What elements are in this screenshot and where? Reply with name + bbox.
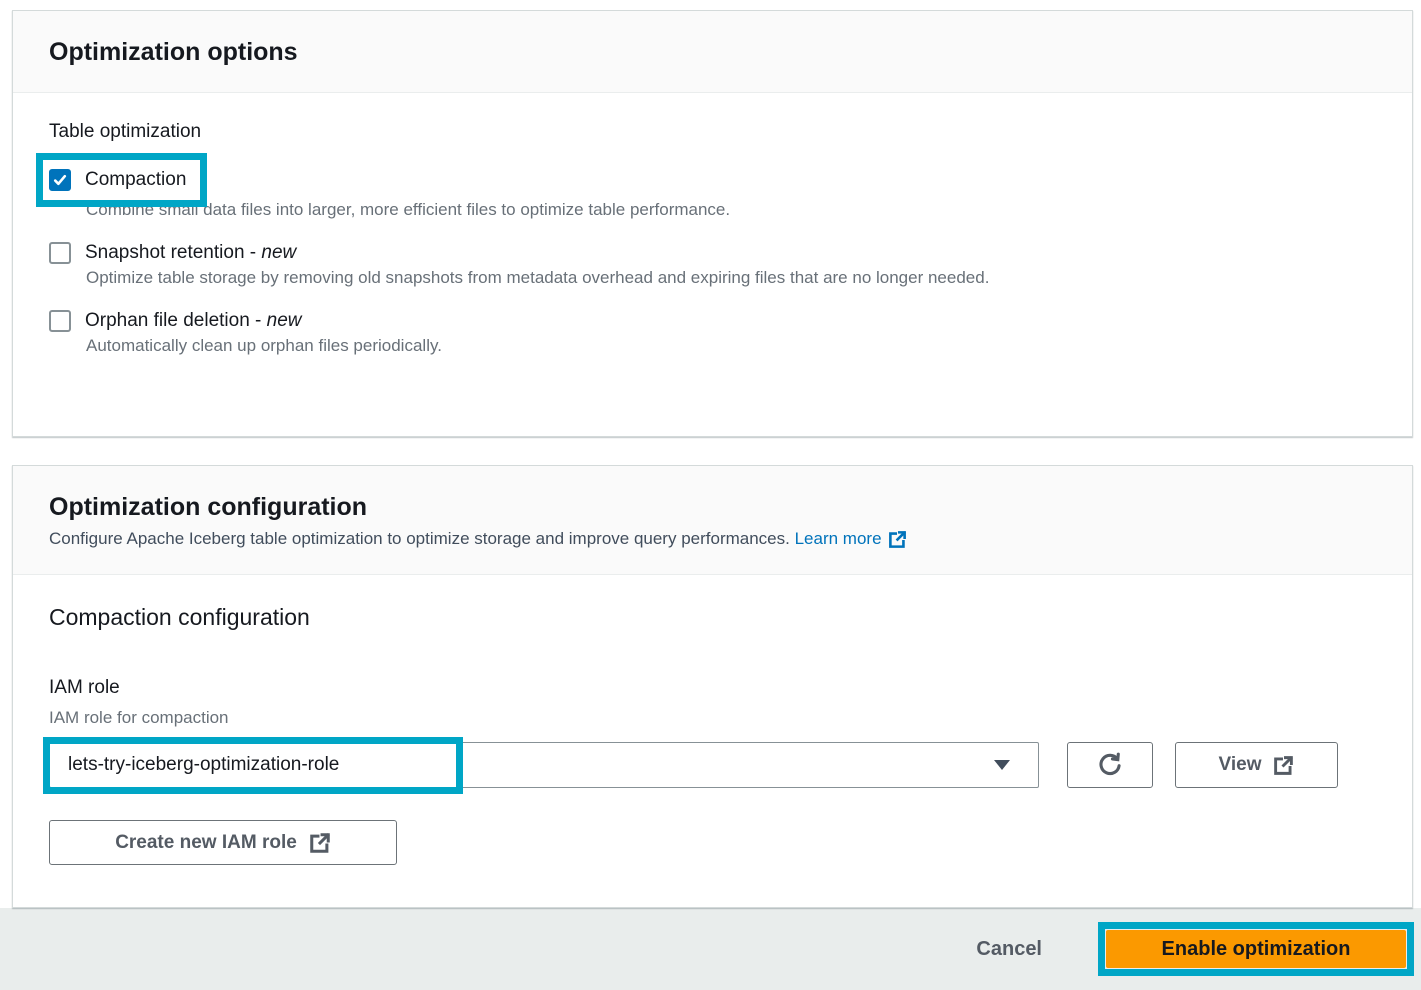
compaction-label: Compaction: [85, 169, 186, 191]
optimization-options-header: Optimization options: [13, 11, 1412, 93]
iam-role-label: IAM role: [49, 675, 1376, 700]
iam-role-select-wrap: lets-try-iceberg-optimization-role: [49, 742, 1039, 788]
compaction-checkbox[interactable]: [49, 169, 71, 191]
refresh-button[interactable]: [1067, 742, 1153, 788]
cancel-button[interactable]: Cancel: [970, 937, 1048, 962]
check-icon: [52, 172, 68, 188]
chevron-down-icon: [994, 760, 1010, 770]
panel-description: Configure Apache Iceberg table optimizat…: [49, 527, 1376, 551]
optimization-configuration-panel: Optimization configuration Configure Apa…: [12, 465, 1413, 908]
optimization-configuration-header: Optimization configuration Configure Apa…: [13, 466, 1412, 575]
learn-more-link[interactable]: Learn more: [795, 527, 907, 551]
orphan-file-deletion-label: Orphan file deletion - new: [85, 310, 302, 332]
orphan-file-deletion-option[interactable]: Orphan file deletion - new: [49, 310, 1376, 332]
panel-title: Optimization options: [49, 35, 1376, 69]
iam-role-description: IAM role for compaction: [49, 707, 1376, 729]
orphan-file-deletion-checkbox[interactable]: [49, 310, 71, 332]
external-link-icon: [309, 832, 331, 854]
iam-role-row: lets-try-iceberg-optimization-role View: [49, 742, 1376, 788]
refresh-icon: [1097, 752, 1123, 778]
panel-title: Optimization configuration: [49, 490, 1376, 524]
iam-role-select[interactable]: lets-try-iceberg-optimization-role: [49, 742, 1039, 788]
enable-optimization-button[interactable]: Enable optimization: [1106, 930, 1406, 968]
snapshot-retention-label: Snapshot retention - new: [85, 242, 296, 264]
external-link-icon: [888, 530, 907, 549]
optimization-options-panel: Optimization options Table optimization …: [12, 10, 1413, 437]
iam-role-selected-value: lets-try-iceberg-optimization-role: [68, 754, 339, 776]
external-link-icon: [1273, 755, 1294, 776]
orphan-file-deletion-description: Automatically clean up orphan files peri…: [86, 332, 1376, 360]
table-optimization-label: Table optimization: [49, 119, 1376, 145]
optimization-configuration-body: Compaction configuration IAM role IAM ro…: [13, 575, 1412, 891]
optimization-options-body: Table optimization Compaction Combine sm…: [13, 93, 1412, 386]
compaction-option[interactable]: Compaction: [49, 169, 186, 191]
snapshot-retention-option[interactable]: Snapshot retention - new: [49, 242, 1376, 264]
snapshot-retention-description: Optimize table storage by removing old s…: [86, 264, 1046, 292]
create-iam-role-button[interactable]: Create new IAM role: [49, 820, 397, 865]
snapshot-retention-checkbox[interactable]: [49, 242, 71, 264]
form-actions-footer: Cancel Enable optimization: [0, 908, 1421, 990]
compaction-configuration-title: Compaction configuration: [49, 601, 1376, 633]
annotation-box-enable-optimization: Enable optimization: [1098, 922, 1414, 976]
form-background: Optimization options Table optimization …: [0, 0, 1421, 908]
annotation-box-compaction: Compaction: [36, 153, 207, 207]
view-button[interactable]: View: [1175, 742, 1338, 788]
compaction-description: Combine small data files into larger, mo…: [86, 196, 1376, 224]
